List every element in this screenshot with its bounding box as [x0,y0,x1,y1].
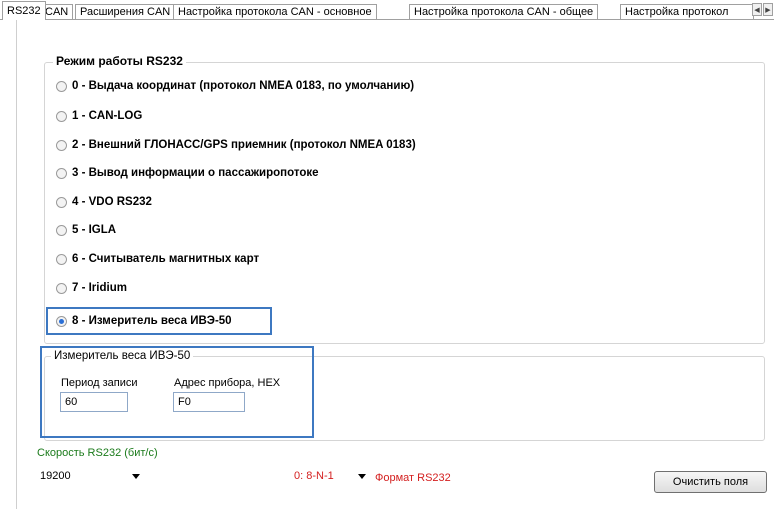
radio-icon[interactable] [56,253,67,265]
mode-option-3[interactable]: 3 - Вывод информации о пассажиропотоке [56,165,319,181]
chevron-down-icon[interactable] [132,474,140,479]
format-value: 0: 8-N-1 [294,470,334,482]
mode-option-label: 5 - IGLA [72,224,117,236]
mode-option-label: 6 - Считыватель магнитных карт [72,253,260,265]
speed-label: Скорость RS232 (бит/с) [37,447,158,459]
radio-icon[interactable] [56,80,67,92]
mode-option-0[interactable]: 0 - Выдача координат (протокол NMEA 0183… [56,78,414,94]
radio-icon[interactable] [56,282,67,294]
clear-fields-button[interactable]: Очистить поля [654,471,767,493]
format-select[interactable]: 0: 8-N-1 [290,467,370,487]
mode-option-4[interactable]: 4 - VDO RS232 [56,194,152,210]
tab-rs232[interactable]: RS232 [2,1,46,20]
tab-scroll-right-icon[interactable]: ▶ [763,3,773,16]
period-label: Период записи [61,377,138,389]
device-group-title: Измеритель веса ИВЭ-50 [51,350,194,362]
radio-icon[interactable] [56,139,67,151]
address-input[interactable]: F0 [173,392,245,412]
mode-option-6[interactable]: 6 - Считыватель магнитных карт [56,251,259,267]
chevron-down-icon[interactable] [358,474,366,479]
tab-can-protocol-main[interactable]: Настройка протокола CAN - основное [173,4,377,19]
mode-group-title: Режим работы RS232 [53,54,186,68]
tab-can-protocol-general[interactable]: Настройка протокола CAN - общее [409,4,599,19]
mode-option-1[interactable]: 1 - CAN-LOG [56,108,142,124]
address-label: Адрес прибора, HEX [174,377,281,389]
mode-option-label: 8 - Измеритель веса ИВЭ-50 [72,315,232,327]
speed-select[interactable]: 19200 [36,467,144,487]
radio-icon[interactable] [56,110,67,122]
mode-option-label: 4 - VDO RS232 [72,196,152,208]
tab-strip: RS232 CAN Расширения CAN Настройка прото… [0,0,774,20]
mode-option-2[interactable]: 2 - Внешний ГЛОНАСС/GPS приемник (проток… [56,137,416,153]
tab-can-extensions[interactable]: Расширения CAN [75,4,176,19]
radio-icon[interactable] [56,224,67,236]
radio-icon[interactable] [56,196,67,208]
mode-option-5[interactable]: 5 - IGLA [56,222,116,238]
tab-scroll-buttons: ◀ ▶ [752,3,774,17]
mode-option-label: 2 - Внешний ГЛОНАСС/GPS приемник (проток… [72,139,416,151]
mode-option-8[interactable]: 8 - Измеритель веса ИВЭ-50 [56,313,232,329]
mode-group [44,62,765,344]
radio-icon[interactable] [56,167,67,179]
tab-scroll-left-icon[interactable]: ◀ [752,3,762,16]
mode-option-label: 7 - Iridium [72,282,127,294]
mode-option-label: 3 - Вывод информации о пассажиропотоке [72,167,319,179]
speed-value: 19200 [40,470,71,482]
radio-checked-icon[interactable] [56,315,67,327]
period-input[interactable]: 60 [60,392,128,412]
format-label: Формат RS232 [375,472,451,484]
mode-option-7[interactable]: 7 - Iridium [56,280,127,296]
tab-protocol-settings[interactable]: Настройка протокол [620,4,754,19]
mode-option-label: 1 - CAN-LOG [72,110,143,122]
mode-option-label: 0 - Выдача координат (протокол NMEA 0183… [72,80,415,92]
